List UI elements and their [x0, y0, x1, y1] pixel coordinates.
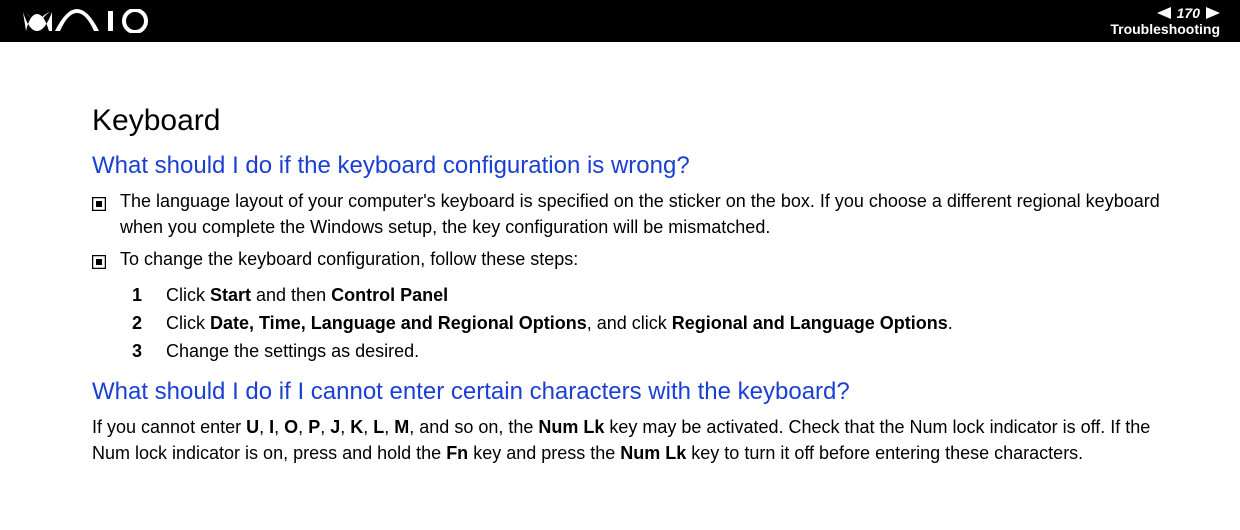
text: , — [320, 417, 330, 437]
page-content: Keyboard What should I do if the keyboar… — [0, 42, 1240, 490]
vaio-logo — [22, 9, 152, 33]
nav-next-icon[interactable] — [1206, 7, 1220, 19]
text: and then — [251, 285, 331, 305]
text: , — [274, 417, 284, 437]
text: Click — [166, 285, 210, 305]
text: key to turn it off before entering these… — [686, 443, 1083, 463]
bold-text: Control Panel — [331, 285, 448, 305]
text: , — [384, 417, 394, 437]
question-1: What should I do if the keyboard configu… — [92, 152, 1180, 180]
text: key and press the — [468, 443, 620, 463]
step-text: Change the settings as desired. — [166, 338, 419, 366]
step-text: Click Start and then Control Panel — [166, 282, 448, 310]
section-title: Keyboard — [92, 104, 1180, 138]
bold-text: Fn — [446, 443, 468, 463]
bold-text: K — [350, 417, 363, 437]
bullet-item: The language layout of your computer's k… — [92, 188, 1180, 240]
text: , — [340, 417, 350, 437]
paragraph: If you cannot enter U, I, O, P, J, K, L,… — [92, 414, 1180, 466]
bold-text: Regional and Language Options — [672, 313, 948, 333]
text: If you cannot enter — [92, 417, 246, 437]
bullet-item: To change the keyboard configuration, fo… — [92, 246, 1180, 276]
step-row: 1 Click Start and then Control Panel — [132, 282, 1180, 310]
text: . — [948, 313, 953, 333]
header-bar: 170 Troubleshooting — [0, 0, 1240, 42]
text: , — [363, 417, 373, 437]
breadcrumb: Troubleshooting — [1110, 22, 1220, 37]
page-nav: 170 — [1157, 6, 1220, 21]
nav-prev-icon[interactable] — [1157, 7, 1171, 19]
text: , — [259, 417, 269, 437]
bullet-icon — [92, 192, 106, 218]
text: , and click — [587, 313, 672, 333]
steps-list: 1 Click Start and then Control Panel 2 C… — [132, 282, 1180, 366]
step-number: 2 — [132, 310, 146, 338]
bold-text: Start — [210, 285, 251, 305]
bold-text: U — [246, 417, 259, 437]
bullet-icon — [92, 250, 106, 276]
bold-text: M — [394, 417, 409, 437]
page-number: 170 — [1177, 6, 1200, 21]
step-row: 2 Click Date, Time, Language and Regiona… — [132, 310, 1180, 338]
bold-text: Num Lk — [620, 443, 686, 463]
bold-text: Num Lk — [538, 417, 604, 437]
text: , — [298, 417, 308, 437]
question-2: What should I do if I cannot enter certa… — [92, 378, 1180, 406]
step-text: Click Date, Time, Language and Regional … — [166, 310, 953, 338]
bold-text: L — [373, 417, 384, 437]
text: Click — [166, 313, 210, 333]
header-right: 170 Troubleshooting — [1110, 6, 1220, 36]
text: , and so on, the — [409, 417, 538, 437]
bold-text: Date, Time, Language and Regional Option… — [210, 313, 587, 333]
step-row: 3 Change the settings as desired. — [132, 338, 1180, 366]
bullet-text: To change the keyboard configuration, fo… — [120, 246, 1180, 272]
step-number: 1 — [132, 282, 146, 310]
bold-text: P — [308, 417, 320, 437]
bold-text: O — [284, 417, 298, 437]
bold-text: J — [330, 417, 340, 437]
step-number: 3 — [132, 338, 146, 366]
bullet-text: The language layout of your computer's k… — [120, 188, 1180, 240]
